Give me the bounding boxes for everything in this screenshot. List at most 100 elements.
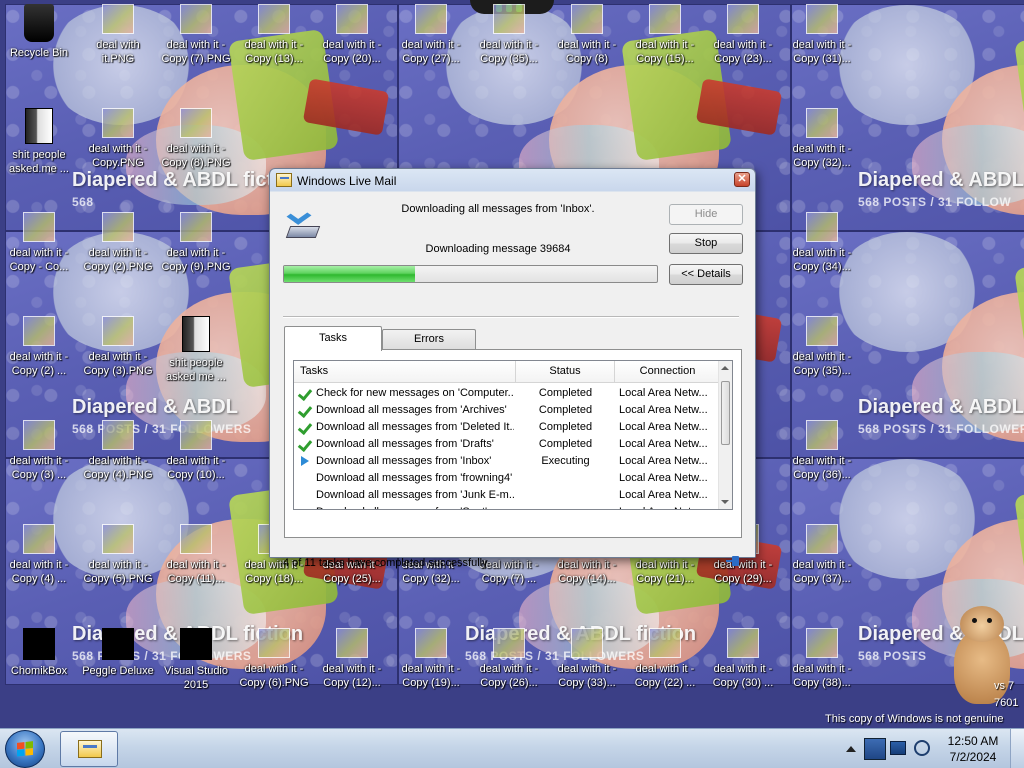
desktop-icon-label: deal with it - Copy (27)... <box>401 39 461 65</box>
desktop-icon[interactable]: deal with it - Copy (11)... <box>158 524 234 594</box>
desktop-icon[interactable]: deal with it - Copy - Co... <box>1 212 77 282</box>
tray-app-icon[interactable] <box>864 738 886 760</box>
desktop-icon-label: deal with it - Copy (22) ... <box>634 663 696 689</box>
show-desktop-button[interactable] <box>1010 729 1024 768</box>
details-button[interactable]: << Details <box>669 264 743 285</box>
desktop-icon[interactable]: deal with it - Copy (7).PNG <box>158 4 234 74</box>
task-status <box>516 504 615 509</box>
desktop-icon[interactable]: deal with it - Copy (22) ... <box>627 628 703 698</box>
desktop-icon[interactable]: deal with it - Copy (4).PNG <box>80 420 156 490</box>
desktop-icon[interactable]: deal with it - Copy (26)... <box>471 628 547 698</box>
hide-button[interactable]: Hide <box>669 204 743 225</box>
network-icon[interactable] <box>890 741 906 755</box>
desktop-icon[interactable]: deal with it - Copy (5).PNG <box>80 524 156 594</box>
desktop-icon[interactable]: deal with it - Copy.PNG <box>80 108 156 178</box>
desktop-icon[interactable]: Peggle Deluxe <box>80 628 156 698</box>
desktop-icon[interactable]: deal with it - Copy (23)... <box>705 4 781 74</box>
clock-date: 7/2/2024 <box>949 750 997 764</box>
desktop-icon[interactable]: shit people asked me ... <box>158 316 234 386</box>
desktop-file-icon <box>102 108 134 138</box>
desktop-icon[interactable]: deal with it - Copy (9).PNG <box>158 212 234 282</box>
desktop-icon[interactable]: deal with it - Copy (19)... <box>393 628 469 698</box>
task-row[interactable]: Download all messages from 'Archives' Com… <box>294 402 720 419</box>
task-name: Check for new messages on 'Computer... <box>316 387 514 399</box>
desktop-icon[interactable]: deal with it - Copy (33)... <box>549 628 625 698</box>
task-row[interactable]: Check for new messages on 'Computer... Co… <box>294 385 720 402</box>
desktop-icon[interactable]: deal with it - Copy (10)... <box>158 420 234 490</box>
desktop-icon-label: shit people asked me ... <box>166 357 226 383</box>
desktop-icon[interactable]: ChomikBox <box>1 628 77 698</box>
desktop-icon[interactable]: deal with it - Copy (8).PNG <box>158 108 234 178</box>
desktop-icon-label: deal with it - Copy (38)... <box>792 663 852 689</box>
desktop-icon-label: deal with it - Copy.PNG <box>88 143 148 169</box>
task-row[interactable]: Download all messages from 'Junk E-m... L… <box>294 487 720 504</box>
desktop-icon[interactable]: deal with it - Copy (8) <box>549 4 625 74</box>
taskbar-windows-live-mail[interactable] <box>60 731 118 767</box>
desktop-folder-icon <box>182 316 210 352</box>
show-hidden-icons-icon[interactable] <box>846 746 856 752</box>
close-button[interactable]: ✕ <box>734 172 750 187</box>
desktop-icon[interactable]: deal with it - Copy (6).PNG <box>236 628 312 698</box>
tab-tasks[interactable]: Tasks <box>284 326 382 351</box>
desktop-icon[interactable]: deal with it - Copy (36)... <box>784 420 860 490</box>
desktop-icon-label: deal with it - Copy (8).PNG <box>161 143 231 169</box>
clock-time: 12:50 AM <box>947 734 999 748</box>
column-header-connection[interactable]: Connection <box>615 361 720 383</box>
desktop-icon[interactable]: shit people asked.me ... <box>1 108 77 178</box>
desktop-icon[interactable]: Visual Studio 2015 <box>158 628 234 698</box>
column-header-status[interactable]: Status <box>516 361 615 383</box>
desktop-icon-label: deal with it - Copy (19)... <box>401 663 461 689</box>
desktop-icon[interactable]: deal with it - Copy (38)... <box>784 628 860 698</box>
desktop-icon-label: deal with it - Copy (13)... <box>244 39 304 65</box>
scroll-thumb[interactable] <box>721 381 730 445</box>
scroll-up-icon[interactable] <box>721 366 729 370</box>
dialog-titlebar[interactable]: Windows Live Mail ✕ <box>270 169 755 192</box>
pin-icon[interactable] <box>726 556 740 566</box>
stop-button[interactable]: Stop <box>669 233 743 254</box>
desktop-icon[interactable]: deal with it - Copy (4) ... <box>1 524 77 594</box>
desktop-icon[interactable]: deal with it - Copy (3).PNG <box>80 316 156 386</box>
desktop-icon[interactable]: deal with it - Copy (12)... <box>314 628 390 698</box>
peggle-deluxe-icon <box>102 628 134 660</box>
desktop-icon[interactable]: deal with it - Copy (32)... <box>784 108 860 178</box>
task-row[interactable]: Download all messages from 'Drafts' Compl… <box>294 436 720 453</box>
desktop-icon[interactable]: deal with it.PNG <box>80 4 156 74</box>
task-row[interactable]: Download all messages from 'Sent' Local A… <box>294 504 720 509</box>
column-header-tasks[interactable]: Tasks <box>294 361 516 383</box>
desktop-icon[interactable]: deal with it - Copy (15)... <box>627 4 703 74</box>
task-name: Download all messages from 'Deleted It..… <box>316 421 514 433</box>
desktop-file-icon <box>102 524 134 554</box>
tasks-panel: Tasks Status Connection Check for new me… <box>284 349 742 538</box>
desktop-file-icon <box>23 316 55 346</box>
desktop-icon[interactable]: deal with it - Copy (2) ... <box>1 316 77 386</box>
task-row[interactable]: Download all messages from 'Inbox' Execut… <box>294 453 720 470</box>
task-name: Download all messages from 'Drafts' <box>316 438 494 450</box>
scroll-down-icon[interactable] <box>721 500 729 504</box>
chomikbox-icon <box>23 628 55 660</box>
desktop-icon[interactable]: Recycle Bin <box>1 4 77 74</box>
genuine-warning-text: This copy of Windows is not genuine <box>825 713 1004 725</box>
desktop-icon[interactable]: deal with it - Copy (37)... <box>784 524 860 594</box>
desktop-icon[interactable]: deal with it - Copy (27)... <box>393 4 469 74</box>
desktop-icon[interactable]: deal with it - Copy (13)... <box>236 4 312 74</box>
desktop-icon[interactable]: deal with it - Copy (35)... <box>471 4 547 74</box>
checkmark-icon <box>299 437 312 451</box>
tasks-list[interactable]: Tasks Status Connection Check for new me… <box>293 360 733 510</box>
desktop-icon[interactable]: deal with it - Copy (34)... <box>784 212 860 282</box>
wallpaper-stats: 568 <box>72 195 94 209</box>
task-row[interactable]: Download all messages from 'frowning4' Lo… <box>294 470 720 487</box>
desktop-icon-label: deal with it - Copy (26)... <box>479 663 539 689</box>
start-button[interactable] <box>5 730 45 768</box>
desktop-icon-label: deal with it - Copy (29)... <box>713 559 773 585</box>
tab-errors[interactable]: Errors <box>382 329 476 350</box>
desktop-icon[interactable]: deal with it - Copy (31)... <box>784 4 860 74</box>
task-row[interactable]: Download all messages from 'Deleted It..… <box>294 419 720 436</box>
desktop-icon[interactable]: deal with it - Copy (2).PNG <box>80 212 156 282</box>
tasks-list-scrollbar[interactable] <box>718 361 732 509</box>
volume-icon[interactable] <box>914 740 930 756</box>
desktop-icon[interactable]: deal with it - Copy (35)... <box>784 316 860 386</box>
clock[interactable]: 12:50 AM 7/2/2024 <box>942 733 1004 765</box>
desktop-icon[interactable]: deal with it - Copy (3) ... <box>1 420 77 490</box>
desktop-icon[interactable]: deal with it - Copy (20)... <box>314 4 390 74</box>
desktop-icon[interactable]: deal with it - Copy (30) ... <box>705 628 781 698</box>
